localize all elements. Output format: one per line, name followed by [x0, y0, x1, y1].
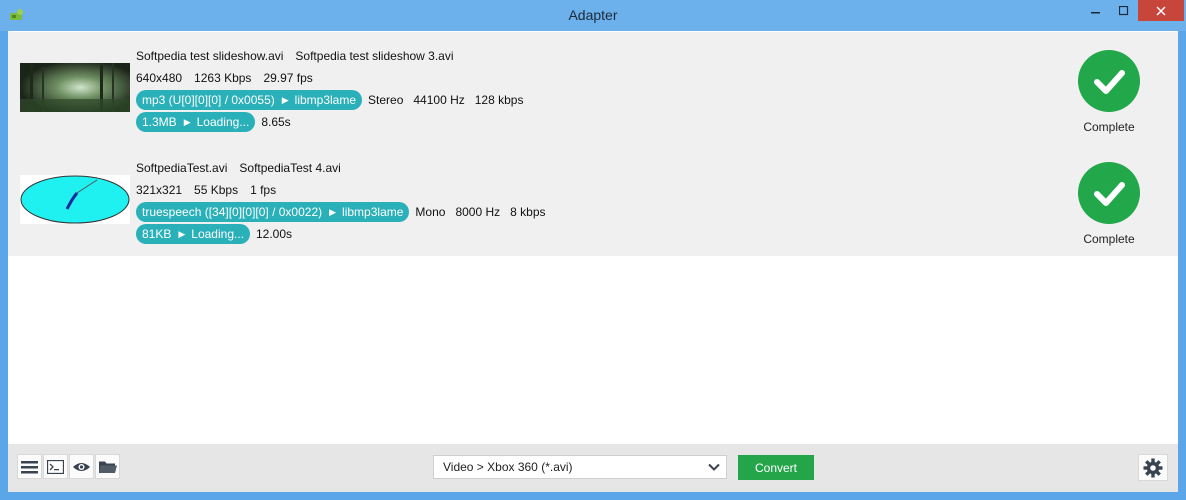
preset-value: Video > Xbox 360 (*.avi)	[443, 460, 573, 474]
status-indicator: Complete	[1068, 162, 1150, 246]
checkmark-icon	[1078, 50, 1140, 112]
source-filename: SoftpediaTest.avi	[136, 161, 228, 175]
resolution: 640x480	[136, 71, 183, 85]
arrow-right-icon: ▶	[281, 94, 289, 105]
audio-bitrate: 128 kbps	[474, 93, 524, 107]
status-label: Complete	[1083, 120, 1135, 134]
codec-in: mp3 (U[0][0][0] / 0x0055)	[142, 93, 275, 107]
video-info-line: 640x480 1263 Kbps 29.97 fps	[136, 67, 533, 89]
log-button[interactable]	[43, 454, 68, 479]
video-info-line: 321x321 55 Kbps 1 fps	[136, 179, 556, 201]
sample-rate: 44100 Hz	[413, 93, 465, 107]
arrow-right-icon: ▶	[178, 228, 186, 239]
output-size: 81KB	[142, 227, 172, 241]
filename-line: SoftpediaTest.avi SoftpediaTest 4.avi	[136, 157, 556, 179]
minimize-icon	[1091, 12, 1100, 14]
audio-channels: Stereo	[368, 93, 404, 107]
resolution: 321x321	[136, 183, 183, 197]
audio-info-line: truespeech ([34][0][0][0] / 0x0022) ▶ li…	[136, 201, 556, 223]
menu-button[interactable]	[17, 454, 42, 479]
video-thumbnail	[20, 175, 130, 224]
convert-button[interactable]: Convert	[738, 455, 814, 480]
bitrate: 1263 Kbps	[194, 71, 252, 85]
status-label: Complete	[1083, 232, 1135, 246]
output-filename: Softpedia test slideshow 3.avi	[295, 49, 454, 63]
arrow-right-icon: ▶	[329, 206, 337, 217]
duration: 8.65s	[261, 115, 291, 129]
progress-text: Loading...	[191, 227, 244, 241]
codec-pill: truespeech ([34][0][0][0] / 0x0022) ▶ li…	[136, 202, 410, 222]
audio-bitrate: 8 kbps	[510, 205, 546, 219]
codec-pill: mp3 (U[0][0][0] / 0x0055) ▶ libmp3lame	[136, 90, 363, 110]
video-thumbnail	[20, 63, 130, 112]
audio-info-line: mp3 (U[0][0][0] / 0x0055) ▶ libmp3lame S…	[136, 89, 533, 111]
codec-out: libmp3lame	[342, 205, 404, 219]
bitrate: 55 Kbps	[194, 183, 239, 197]
file-info: Softpedia test slideshow.avi Softpedia t…	[136, 45, 533, 133]
eye-icon	[73, 462, 90, 471]
framerate: 29.97 fps	[263, 71, 313, 85]
close-button[interactable]	[1138, 0, 1184, 21]
open-folder-button[interactable]	[95, 454, 120, 479]
source-filename: Softpedia test slideshow.avi	[136, 49, 284, 63]
list-item[interactable]: Softpedia test slideshow.avi Softpedia t…	[8, 32, 1178, 144]
output-filename: SoftpediaTest 4.avi	[239, 161, 341, 175]
folder-icon	[98, 461, 117, 473]
close-icon	[1156, 5, 1166, 16]
framerate: 1 fps	[250, 183, 277, 197]
progress-line: 1.3MB ▶ Loading... 8.65s	[136, 111, 533, 133]
output-size: 1.3MB	[142, 115, 177, 129]
size-pill: 81KB ▶ Loading...	[136, 224, 250, 244]
progress-text: Loading...	[196, 115, 250, 129]
sample-rate: 8000 Hz	[455, 205, 501, 219]
settings-button[interactable]	[1138, 454, 1168, 481]
bottom-toolbar: Video > Xbox 360 (*.avi) Convert	[8, 444, 1178, 492]
list-item[interactable]: SoftpediaTest.avi SoftpediaTest 4.avi 32…	[8, 144, 1178, 256]
conversion-list: Softpedia test slideshow.avi Softpedia t…	[8, 31, 1178, 492]
chevron-down-icon	[708, 461, 720, 475]
maximize-icon	[1119, 6, 1129, 16]
minimize-button[interactable]	[1082, 0, 1110, 22]
preset-dropdown[interactable]: Video > Xbox 360 (*.avi)	[433, 455, 727, 479]
file-info: SoftpediaTest.avi SoftpediaTest 4.avi 32…	[136, 157, 556, 245]
codec-in: truespeech ([34][0][0][0] / 0x0022)	[142, 205, 323, 219]
preview-button[interactable]	[69, 454, 94, 479]
maximize-button[interactable]	[1110, 0, 1138, 22]
codec-out: libmp3lame	[294, 93, 357, 107]
duration: 12.00s	[256, 227, 293, 241]
status-indicator: Complete	[1068, 50, 1150, 134]
gear-icon	[1143, 458, 1163, 477]
filename-line: Softpedia test slideshow.avi Softpedia t…	[136, 45, 533, 67]
checkmark-icon	[1078, 162, 1140, 224]
window-title: Adapter	[568, 7, 618, 23]
hamburger-icon	[21, 460, 38, 473]
progress-line: 81KB ▶ Loading... 12.00s	[136, 223, 556, 245]
terminal-icon	[47, 459, 64, 474]
arrow-right-icon: ▶	[183, 116, 191, 127]
title-bar: Adapter	[0, 0, 1186, 31]
audio-channels: Mono	[415, 205, 446, 219]
size-pill: 1.3MB ▶ Loading...	[136, 112, 256, 132]
